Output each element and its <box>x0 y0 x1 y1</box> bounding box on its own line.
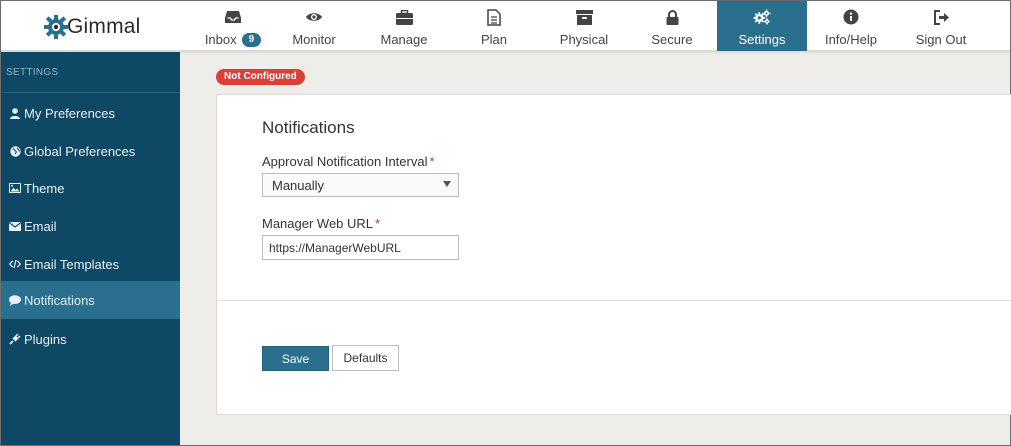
interval-field-label: Approval Notification Interval * <box>262 154 435 169</box>
archive-box-icon <box>575 8 593 26</box>
sidebar-item-global-preferences[interactable]: Global Preferences <box>1 132 180 170</box>
notifications-panel: Notifications Approval Notification Inte… <box>216 94 1011 415</box>
sidebar-item-notifications[interactable]: Notifications <box>1 281 180 319</box>
envelope-icon <box>9 220 21 232</box>
sidebar-item-label: My Preferences <box>24 105 116 121</box>
sidebar-item-label: Theme <box>24 180 65 196</box>
inbox-count-badge: 9 <box>241 32 262 47</box>
sidebar-heading: SETTINGS <box>6 67 59 78</box>
nav-manage-label: Manage <box>380 32 428 47</box>
nav-physical[interactable]: Physical <box>545 1 623 51</box>
nav-info-help[interactable]: Info/Help <box>813 1 889 51</box>
sidebar-item-label: Email Templates <box>24 256 120 272</box>
required-marker: * <box>429 154 435 169</box>
nav-settings[interactable]: Settings <box>717 1 807 51</box>
not-configured-badge: Not Configured <box>216 69 305 85</box>
nav-info-help-label: Info/Help <box>824 32 878 47</box>
nav-inbox-label: Inbox <box>204 32 237 47</box>
manager-web-url-input[interactable] <box>262 235 459 260</box>
url-field-label: Manager Web URL * <box>262 216 380 231</box>
nav-inbox[interactable]: Inbox 9 <box>191 1 275 51</box>
nav-monitor[interactable]: Monitor <box>276 1 352 51</box>
image-icon <box>9 182 21 194</box>
top-navigation-bar: Gimmal Inbox 9 Monitor Manage Plan Physi… <box>1 1 1010 51</box>
nav-sign-out[interactable]: Sign Out <box>901 1 981 51</box>
plug-icon <box>9 333 21 345</box>
user-icon <box>9 107 21 119</box>
nav-settings-label: Settings <box>738 32 786 47</box>
inbox-icon <box>224 8 242 26</box>
notification-interval-select[interactable]: Manually <box>262 173 459 197</box>
sign-out-icon <box>932 8 950 26</box>
sidebar-item-my-preferences[interactable]: My Preferences <box>1 94 180 132</box>
gears-icon <box>753 8 771 26</box>
sidebar-item-plugins[interactable]: Plugins <box>1 320 180 358</box>
page-title: Notifications <box>262 118 355 137</box>
document-icon <box>485 8 503 26</box>
briefcase-icon <box>395 8 413 26</box>
sidebar-item-email-templates[interactable]: Email Templates <box>1 245 180 283</box>
save-button[interactable]: Save <box>262 346 329 371</box>
gear-logo-icon <box>44 15 68 39</box>
sidebar-item-label: Email <box>24 218 57 234</box>
gimmal-logo[interactable]: Gimmal <box>43 10 153 44</box>
defaults-button[interactable]: Defaults <box>332 345 399 371</box>
sidebar-item-label: Plugins <box>24 331 67 347</box>
nav-sign-out-label: Sign Out <box>915 32 967 47</box>
eye-icon <box>305 8 323 26</box>
nav-plan[interactable]: Plan <box>459 1 529 51</box>
nav-secure-label: Secure <box>651 32 693 47</box>
url-label-text: Manager Web URL <box>262 216 374 231</box>
nav-monitor-label: Monitor <box>292 32 336 47</box>
nav-manage[interactable]: Manage <box>363 1 445 51</box>
info-icon <box>842 8 860 26</box>
comment-icon <box>9 294 21 306</box>
globe-icon <box>9 145 21 157</box>
lock-icon <box>663 8 681 26</box>
sidebar-divider <box>1 92 180 93</box>
interval-selected-value: Manually <box>272 177 325 193</box>
code-icon <box>9 258 21 270</box>
sidebar-item-theme[interactable]: Theme <box>1 169 180 207</box>
panel-divider <box>217 300 1011 301</box>
sidebar-item-email[interactable]: Email <box>1 207 180 245</box>
interval-label-text: Approval Notification Interval <box>262 154 428 169</box>
settings-sidebar: SETTINGS My Preferences Global Preferenc… <box>1 52 180 445</box>
sidebar-item-label: Notifications <box>24 292 95 308</box>
caret-down-icon <box>443 181 451 187</box>
sidebar-item-label: Global Preferences <box>24 143 136 159</box>
logo-text: Gimmal <box>67 15 141 38</box>
nav-physical-label: Physical <box>559 32 609 47</box>
required-marker: * <box>375 216 381 231</box>
nav-plan-label: Plan <box>480 32 508 47</box>
nav-secure[interactable]: Secure <box>637 1 707 51</box>
